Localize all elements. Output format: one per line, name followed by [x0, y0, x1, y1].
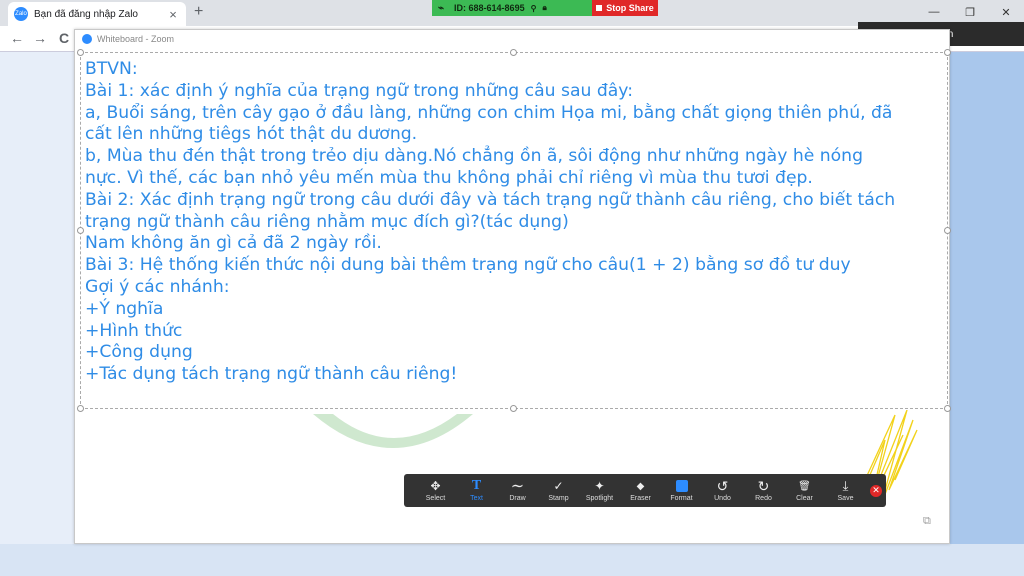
whiteboard-title: Whiteboard - Zoom [97, 34, 175, 44]
tool-save[interactable]: ⤓ Save [825, 474, 866, 507]
resize-handle-bottom-right[interactable] [944, 405, 951, 412]
format-icon [675, 479, 688, 493]
background-left [0, 52, 74, 576]
text-line: BTVN: [85, 59, 138, 79]
stop-share-label: Stop Share [606, 3, 654, 13]
tool-label: Select [425, 495, 446, 502]
zoom-logo-icon [82, 34, 92, 44]
window-controls: — ❐ ✕ [916, 0, 1024, 24]
trash-icon: 🗑 [798, 480, 811, 492]
back-button[interactable]: ← [8, 30, 26, 46]
draw-icon: ∼ [510, 478, 525, 495]
text-icon: T [471, 478, 482, 493]
tool-clear[interactable]: 🗑 Clear [784, 474, 825, 507]
forward-button[interactable]: → [31, 30, 49, 46]
text-line: +Ý nghĩa [85, 298, 164, 319]
tool-redo[interactable]: ↻ Redo [743, 474, 784, 507]
whiteboard-titlebar: Whiteboard - Zoom [75, 30, 949, 48]
tool-label: Redo [755, 495, 772, 502]
tool-label: Save [837, 495, 854, 502]
reload-button[interactable]: C [55, 30, 73, 46]
tool-eraser[interactable]: ◆ Eraser [620, 474, 661, 507]
whiteboard-text[interactable]: BTVN: Bài 1: xác định ý nghĩa của trạng … [85, 59, 945, 386]
tool-label: Text [470, 495, 483, 502]
resize-handle-bottom[interactable] [510, 405, 517, 412]
move-icon: ✥ [430, 479, 441, 493]
text-line: +Hình thức [85, 320, 183, 341]
text-line: a, Buổi sáng, trên cây gạo ở đầu làng, n… [85, 102, 893, 123]
tool-label: Spotlight [585, 495, 614, 502]
text-line: Bài 1: xác định ý nghĩa của trạng ngữ tr… [85, 80, 634, 101]
close-annotation-icon[interactable]: ✕ [870, 484, 882, 497]
background-right [950, 52, 1024, 576]
spotlight-icon: ✦ [594, 479, 605, 493]
minimize-button[interactable]: — [916, 0, 952, 24]
meeting-id: ID: 688-614-8695 [454, 3, 525, 13]
text-line: +Tác dụng tách trạng ngữ thành câu riêng… [85, 364, 458, 385]
background-bottom [0, 544, 1024, 576]
green-arc-drawing [313, 414, 473, 448]
signal-icon: ⌁ [438, 2, 445, 14]
stop-share-button[interactable]: Stop Share [592, 0, 658, 16]
save-icon: ⤓ [842, 478, 849, 493]
text-line: b, Mùa thu đén thật trong trẻo dịu dàng.… [85, 146, 863, 167]
annotation-toolbar: ✥ Select T Text ∼ Draw ✓ Stamp ✦ Spotlig… [404, 474, 886, 507]
redo-icon: ↻ [757, 477, 770, 494]
tool-label: Clear [796, 495, 813, 502]
resize-handle-bottom-left[interactable] [77, 405, 84, 412]
text-line: Bài 3: Hệ thống kiến thức nội dung bài t… [85, 255, 851, 276]
resize-handle-top[interactable] [510, 49, 517, 56]
pop-out-icon[interactable]: ⧉ [923, 515, 931, 528]
tool-select[interactable]: ✥ Select [415, 474, 456, 507]
text-line: Gợi ý các nhánh: [85, 276, 230, 297]
new-tab-button[interactable]: + [194, 3, 203, 21]
resize-handle-top-left[interactable] [77, 49, 84, 56]
tool-label: Format [670, 495, 693, 502]
tool-label: Stamp [548, 495, 569, 502]
undo-icon: ↺ [716, 477, 729, 494]
tool-label: Undo [714, 495, 731, 502]
text-line: +Công dụng [85, 342, 193, 363]
stamp-icon: ✓ [553, 479, 564, 493]
zoom-share-bar: ⌁ ID: 688-614-8695 ⚲ 🔒︎ Stop Share [432, 0, 658, 16]
tool-spotlight[interactable]: ✦ Spotlight [579, 474, 620, 507]
browser-tab[interactable]: Zalo Bạn đã đăng nhập Zalo × [8, 2, 186, 26]
tab-close-icon[interactable]: × [166, 7, 180, 22]
tab-title: Bạn đã đăng nhập Zalo [34, 8, 138, 20]
resize-handle-left[interactable] [77, 227, 84, 234]
tool-undo[interactable]: ↺ Undo [702, 474, 743, 507]
restore-button[interactable]: ❐ [952, 0, 988, 24]
resize-handle-top-right[interactable] [944, 49, 951, 56]
text-line: Bài 2: Xác định trạng ngữ trong câu dưới… [85, 189, 896, 210]
close-window-button[interactable]: ✕ [988, 0, 1024, 24]
tool-label: Draw [509, 495, 526, 502]
stop-icon [596, 5, 603, 11]
text-line: trạng ngữ thành câu riêng nhằm mục đích … [85, 211, 569, 232]
text-line: nực. Vì thế, các bạn nhỏ yêu mến mùa thu… [85, 167, 813, 188]
eraser-icon: ◆ [636, 480, 645, 492]
resize-handle-right[interactable] [944, 227, 951, 234]
text-line: Nam không ăn gì cả đã 2 ngày rồi. [85, 233, 382, 254]
tool-stamp[interactable]: ✓ Stamp [538, 474, 579, 507]
mic-icon: ⚲ [530, 3, 537, 13]
tool-text[interactable]: T Text [456, 474, 497, 507]
tool-label: Eraser [630, 495, 651, 502]
tool-format[interactable]: Format [661, 474, 702, 507]
meeting-info[interactable]: ⌁ ID: 688-614-8695 ⚲ 🔒︎ [432, 0, 592, 16]
text-line: cất lên những tiêgs hót thật du dương. [85, 124, 418, 145]
whiteboard-window: Whiteboard - Zoom BTVN: Bài 1: xác định … [74, 29, 951, 544]
tool-draw[interactable]: ∼ Draw [497, 474, 538, 507]
lock-icon: 🔒︎ [542, 3, 547, 12]
zalo-favicon-icon: Zalo [14, 7, 28, 21]
